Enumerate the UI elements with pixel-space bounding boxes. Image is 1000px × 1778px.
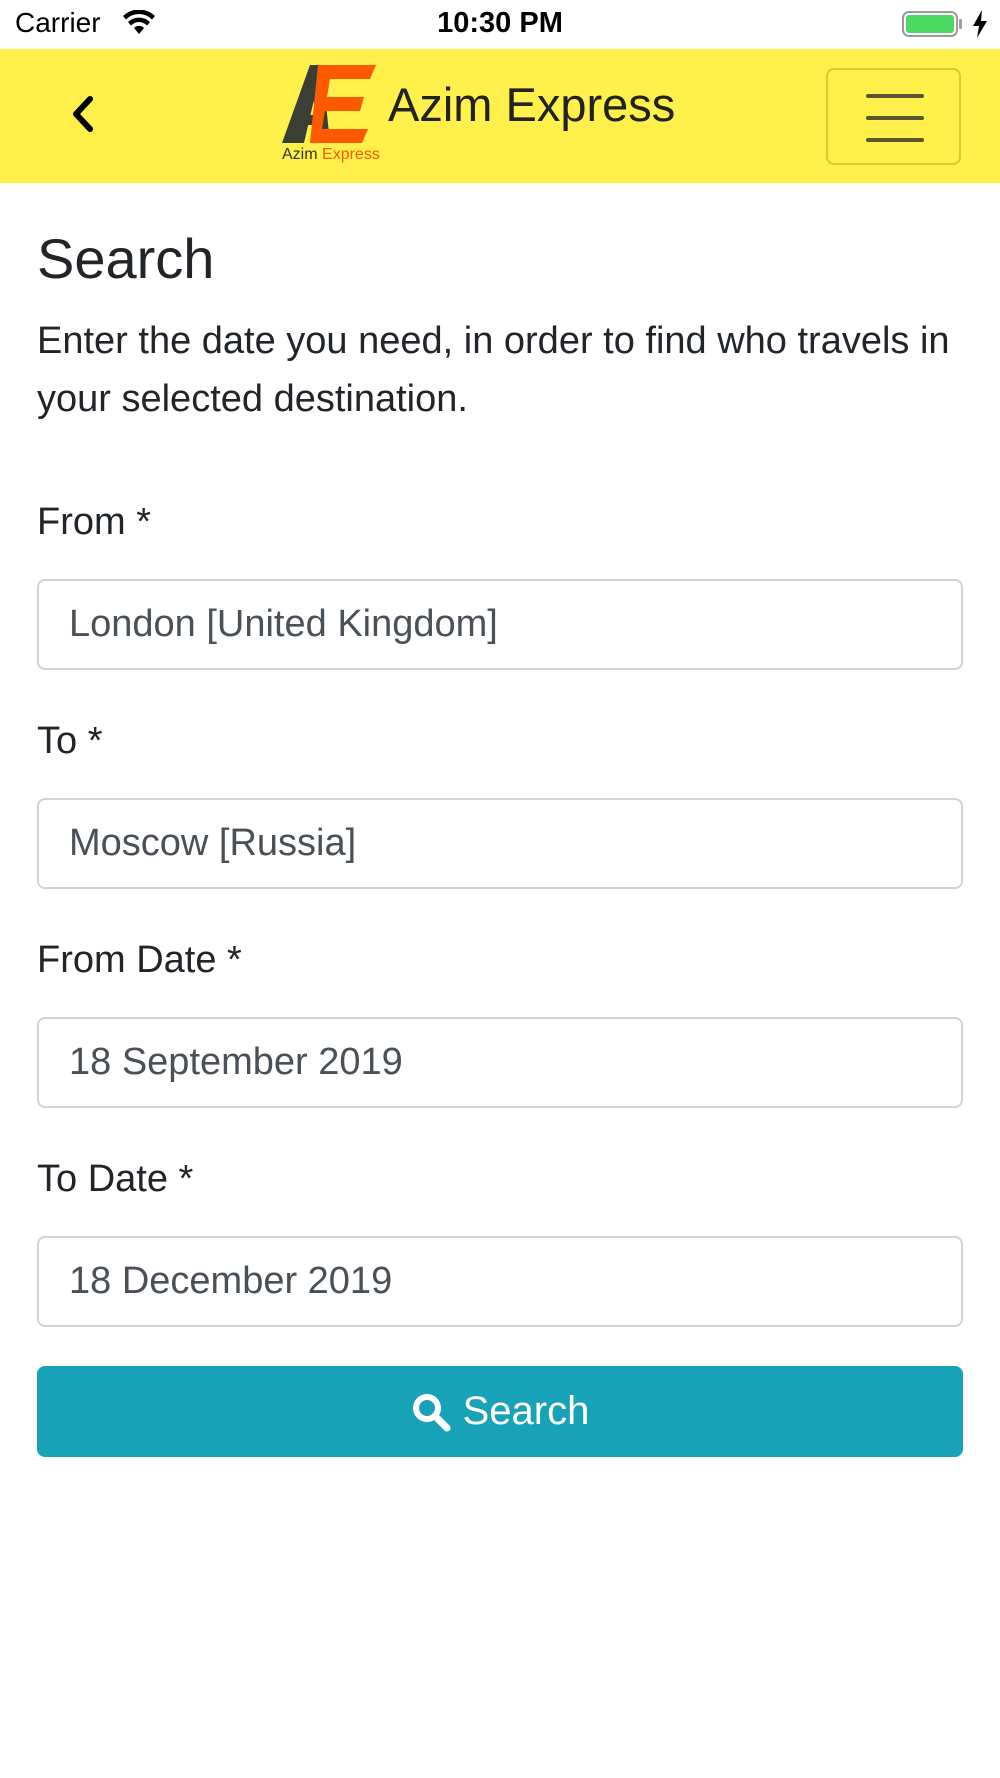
main-content: Search Enter the date you need, in order… bbox=[37, 183, 963, 1458]
to-input[interactable] bbox=[37, 798, 963, 890]
status-time: 10:30 PM bbox=[437, 7, 563, 39]
search-icon bbox=[411, 1392, 451, 1432]
from-date-label: From Date * bbox=[37, 939, 242, 982]
to-label: To * bbox=[37, 720, 103, 763]
from-group: From * bbox=[37, 501, 963, 671]
charging-icon bbox=[971, 10, 989, 43]
logo-caption-express: Express bbox=[322, 146, 380, 163]
chevron-left-icon bbox=[68, 95, 98, 138]
search-button-label: Search bbox=[462, 1389, 590, 1434]
to-date-input[interactable] bbox=[37, 1236, 963, 1328]
from-date-input[interactable] bbox=[37, 1017, 963, 1109]
from-label: From * bbox=[37, 501, 151, 544]
to-group: To * bbox=[37, 720, 963, 890]
search-button[interactable]: Search bbox=[37, 1366, 963, 1458]
page-description: Enter the date you need, in order to fin… bbox=[37, 320, 950, 421]
from-date-group: From Date * bbox=[37, 939, 963, 1109]
battery-icon bbox=[902, 11, 964, 42]
logo-caption-azim: Azim bbox=[282, 146, 318, 163]
logo-caption: Azim Express bbox=[282, 146, 380, 164]
navbar: Azim Express Azim Express bbox=[0, 49, 1000, 183]
to-date-group: To Date * bbox=[37, 1158, 963, 1328]
page-title: Search bbox=[37, 227, 215, 290]
brand-title[interactable]: Azim Express bbox=[388, 77, 675, 132]
from-input[interactable] bbox=[37, 579, 963, 671]
menu-toggle-button[interactable] bbox=[826, 68, 961, 165]
status-bar: Carrier 10:30 PM bbox=[0, 0, 1000, 49]
to-date-label: To Date * bbox=[37, 1158, 194, 1201]
back-button[interactable] bbox=[60, 89, 106, 143]
